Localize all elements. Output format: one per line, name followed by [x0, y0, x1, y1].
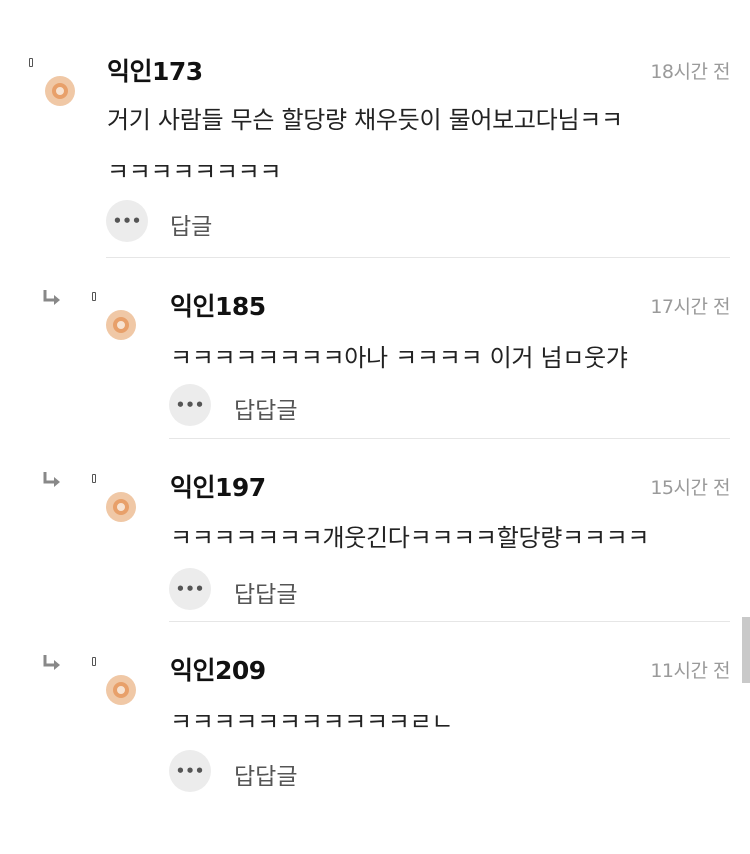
avatar[interactable]: [45, 76, 75, 106]
comment-text: ㅋㅋㅋㅋㅋㅋㅋㅋ: [107, 158, 282, 186]
scrollbar-thumb[interactable]: [742, 617, 750, 683]
more-dots-icon: •••: [112, 212, 142, 230]
more-options-button[interactable]: •••: [169, 568, 211, 610]
comment-text: ㅋㅋㅋㅋㅋㅋㅋ개웃긴다ㅋㅋㅋㅋ할당량ㅋㅋㅋㅋ: [170, 524, 650, 552]
avatar[interactable]: [106, 675, 136, 705]
comment-text: ㅋㅋㅋㅋㅋㅋㅋㅋ아나 ㅋㅋㅋㅋ 이거 넘ㅁ웃갸: [170, 344, 628, 372]
comment-marker-icon: [29, 58, 33, 67]
divider: [106, 257, 730, 258]
comment-marker-icon: [92, 657, 96, 666]
reply-button[interactable]: 답답글: [234, 391, 297, 425]
comment-time: 18시간 전: [650, 61, 730, 83]
comment-time: 15시간 전: [650, 477, 730, 499]
more-options-button[interactable]: •••: [169, 750, 211, 792]
more-dots-icon: •••: [175, 762, 205, 780]
reply-button[interactable]: 답답글: [234, 757, 297, 791]
more-dots-icon: •••: [175, 580, 205, 598]
comment-time: 11시간 전: [650, 660, 730, 682]
comment-author: 익인209: [170, 656, 266, 685]
more-options-button[interactable]: •••: [169, 384, 211, 426]
avatar[interactable]: [106, 492, 136, 522]
more-options-button[interactable]: •••: [106, 200, 148, 242]
reply-button[interactable]: 답글: [170, 207, 212, 241]
reply-arrow-icon: [43, 290, 60, 305]
more-dots-icon: •••: [175, 396, 205, 414]
comment-author: 익인197: [170, 473, 266, 502]
reply-arrow-icon: [43, 655, 60, 670]
comment-marker-icon: [92, 474, 96, 483]
comment-author: 익인173: [107, 57, 203, 86]
divider: [169, 438, 730, 439]
comment-text: ㅋㅋㅋㅋㅋㅋㅋㅋㅋㅋㅋㄹㄴ: [170, 708, 454, 736]
avatar[interactable]: [106, 310, 136, 340]
reply-arrow-icon: [43, 472, 60, 487]
reply-button[interactable]: 답답글: [234, 575, 297, 609]
comment-text: 거기 사람들 무슨 할당량 채우듯이 물어보고다님ㅋㅋ: [107, 106, 623, 134]
comment-marker-icon: [92, 292, 96, 301]
comment-author: 익인185: [170, 292, 266, 321]
divider: [169, 621, 730, 622]
comment-time: 17시간 전: [650, 296, 730, 318]
